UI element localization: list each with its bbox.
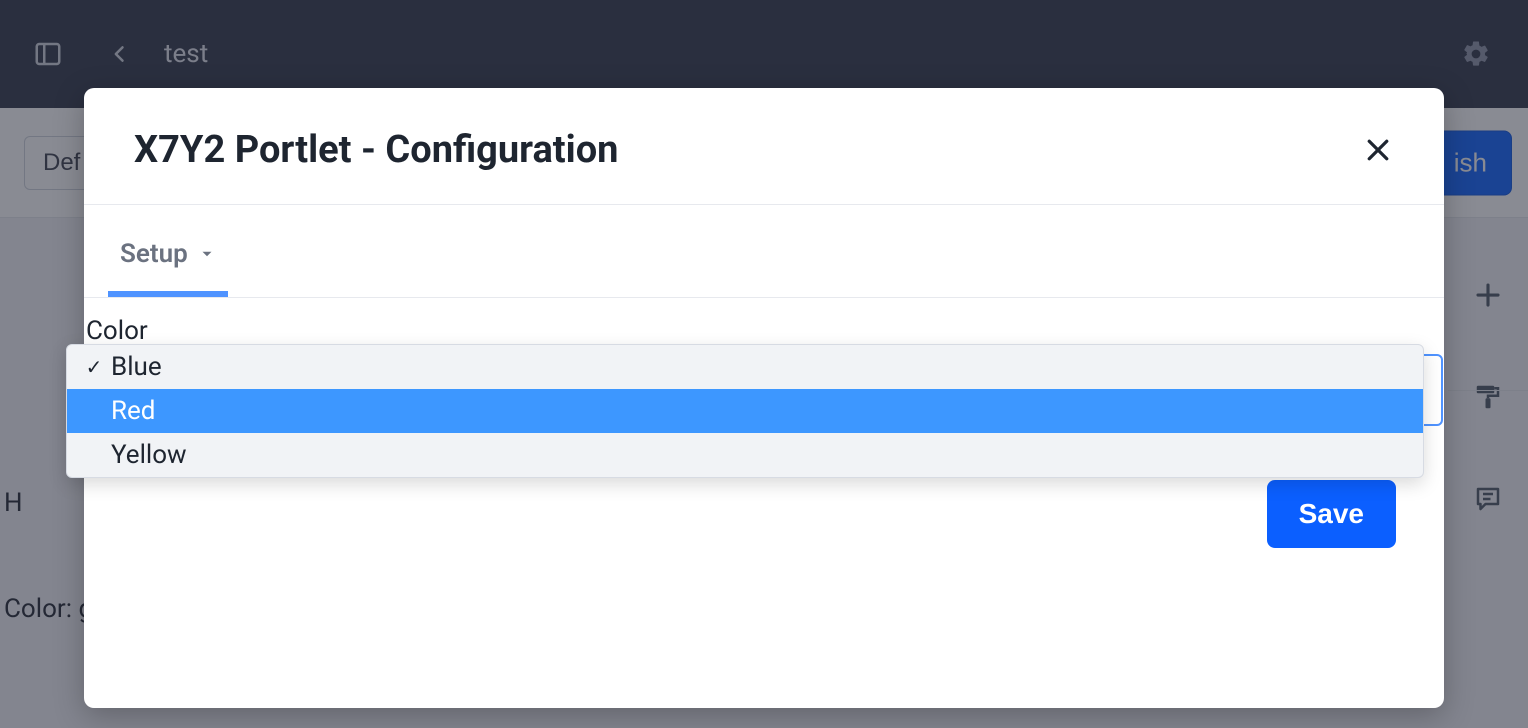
option-label: Red: [111, 396, 155, 426]
tab-setup-label: Setup: [120, 239, 188, 269]
color-dropdown: ✓ Blue Red Yellow: [66, 344, 1424, 478]
color-option-yellow[interactable]: Yellow: [67, 433, 1423, 477]
check-icon: ✓: [83, 355, 105, 379]
save-button[interactable]: Save: [1267, 480, 1396, 548]
close-icon: [1363, 135, 1393, 165]
color-option-blue[interactable]: ✓ Blue: [67, 345, 1423, 389]
option-label: Blue: [111, 352, 162, 382]
modal-header: X7Y2 Portlet - Configuration: [84, 88, 1444, 205]
tab-setup[interactable]: Setup: [108, 229, 228, 297]
color-option-red[interactable]: Red: [67, 389, 1423, 433]
option-label: Yellow: [111, 440, 187, 470]
modal-title: X7Y2 Portlet - Configuration: [134, 128, 618, 172]
caret-down-icon: [198, 245, 216, 263]
form-area: Color ✓ Blue Red Yellow: [84, 298, 1444, 426]
modal-tabbar: Setup: [84, 205, 1444, 298]
close-button[interactable]: [1360, 132, 1396, 168]
configuration-modal: X7Y2 Portlet - Configuration Setup Color…: [84, 88, 1444, 708]
